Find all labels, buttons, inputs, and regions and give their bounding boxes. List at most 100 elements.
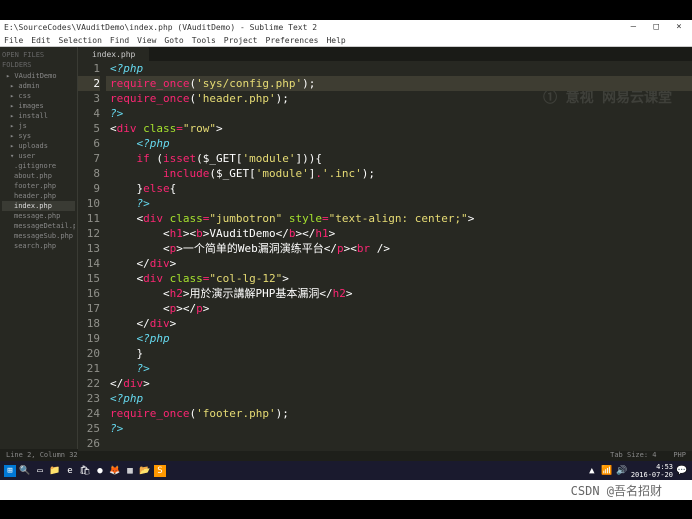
minimize-button[interactable]: — <box>624 22 642 32</box>
sidebar[interactable]: OPEN FILES FOLDERS ▸ VAuditDemo▸ admin▸ … <box>0 47 78 449</box>
code-line[interactable]: ?> <box>106 106 692 121</box>
chrome-icon[interactable]: ● <box>94 465 106 477</box>
edge-icon[interactable]: e <box>64 465 76 477</box>
sidebar-item[interactable]: ▸ uploads <box>2 141 75 151</box>
code-line[interactable]: <p></p> <box>106 301 692 316</box>
code-line[interactable]: <?php <box>106 391 692 406</box>
line-number: 3 <box>78 91 100 106</box>
line-number: 19 <box>78 331 100 346</box>
line-number: 17 <box>78 301 100 316</box>
folders-header: FOLDERS <box>2 61 75 69</box>
window-titlebar[interactable]: E:\SourceCodes\VAuditDemo\index.php (VAu… <box>0 20 692 34</box>
code-line[interactable]: <h2>用於演示講解PHP基本漏洞</h2> <box>106 286 692 301</box>
sidebar-item[interactable]: .gitignore <box>2 161 75 171</box>
maximize-button[interactable]: □ <box>647 22 665 32</box>
sidebar-item[interactable]: footer.php <box>2 181 75 191</box>
code-line[interactable]: <?php <box>106 61 692 76</box>
line-number: 26 <box>78 436 100 451</box>
code-line[interactable]: } <box>106 346 692 361</box>
line-number: 21 <box>78 361 100 376</box>
taskbar-clock[interactable]: 4:532016-07-20 <box>631 463 673 479</box>
status-language[interactable]: PHP <box>673 451 686 459</box>
status-tabsize[interactable]: Tab Size: 4 <box>610 451 656 459</box>
code-line[interactable]: <h1><b>VAuditDemo</b></h1> <box>106 226 692 241</box>
sidebar-item[interactable]: messageDetail.php <box>2 221 75 231</box>
task-view-icon[interactable]: ▭ <box>34 465 46 477</box>
network-icon[interactable]: 📶 <box>601 465 613 477</box>
line-number: 2 <box>78 76 100 91</box>
menu-selection[interactable]: Selection <box>59 36 102 45</box>
window-title: E:\SourceCodes\VAuditDemo\index.php (VAu… <box>4 23 317 32</box>
code-line[interactable]: <div class="jumbotron" style="text-align… <box>106 211 692 226</box>
app-icon[interactable]: ▦ <box>124 465 136 477</box>
menu-view[interactable]: View <box>137 36 156 45</box>
line-number: 13 <box>78 241 100 256</box>
sublime-icon[interactable]: S <box>154 465 166 477</box>
sidebar-item[interactable]: messageSub.php <box>2 231 75 241</box>
menu-tools[interactable]: Tools <box>192 36 216 45</box>
sidebar-item[interactable]: ▸ sys <box>2 131 75 141</box>
menu-preferences[interactable]: Preferences <box>266 36 319 45</box>
sidebar-item[interactable]: ▸ admin <box>2 81 75 91</box>
code-area[interactable]: ① 意视 网易云课堂 12345678910111213141516171819… <box>78 61 692 451</box>
code-line[interactable]: require_once('sys/config.php'); <box>106 76 692 91</box>
sidebar-item[interactable]: ▸ images <box>2 101 75 111</box>
volume-icon[interactable]: 🔊 <box>616 465 628 477</box>
code-line[interactable]: <p>一个简单的Web漏洞演练平台</p><br /> <box>106 241 692 256</box>
sidebar-item[interactable]: search.php <box>2 241 75 251</box>
start-button[interactable]: ⊞ <box>4 465 16 477</box>
sidebar-item[interactable]: ▸ install <box>2 111 75 121</box>
code-line[interactable]: <?php <box>106 331 692 346</box>
code-line[interactable]: <?php <box>106 136 692 151</box>
status-cursor: Line 2, Column 32 <box>6 451 78 459</box>
code-line[interactable]: require_once('footer.php'); <box>106 406 692 421</box>
code-line[interactable]: }else{ <box>106 181 692 196</box>
menu-find[interactable]: Find <box>110 36 129 45</box>
code-line[interactable]: <div class="col-lg-12"> <box>106 271 692 286</box>
code-line[interactable]: if (isset($_GET['module'])){ <box>106 151 692 166</box>
explorer-icon[interactable]: 📁 <box>49 465 61 477</box>
code-line[interactable]: </div> <box>106 376 692 391</box>
line-number: 1 <box>78 61 100 76</box>
sidebar-item[interactable]: about.php <box>2 171 75 181</box>
code-line[interactable]: ?> <box>106 421 692 436</box>
tab-bar[interactable]: index.php <box>78 47 692 61</box>
sidebar-item[interactable]: ▸ css <box>2 91 75 101</box>
menu-goto[interactable]: Goto <box>164 36 183 45</box>
close-button[interactable]: × <box>670 22 688 32</box>
search-icon[interactable]: 🔍 <box>19 465 31 477</box>
line-number: 12 <box>78 226 100 241</box>
sidebar-item[interactable]: ▸ VAuditDemo <box>2 71 75 81</box>
sidebar-item[interactable]: index.php <box>2 201 75 211</box>
line-number: 5 <box>78 121 100 136</box>
tab-index-php[interactable]: index.php <box>78 47 149 61</box>
status-right: Tab Size: 4 PHP <box>610 451 686 459</box>
firefox-icon[interactable]: 🦊 <box>109 465 121 477</box>
store-icon[interactable]: 🛍 <box>79 465 91 477</box>
code-line[interactable]: ?> <box>106 361 692 376</box>
code-lines[interactable]: <?phprequire_once('sys/config.php');requ… <box>106 61 692 451</box>
menu-file[interactable]: File <box>4 36 23 45</box>
sidebar-item[interactable]: ▾ user <box>2 151 75 161</box>
code-line[interactable]: include($_GET['module'].'.inc'); <box>106 166 692 181</box>
sidebar-item[interactable]: message.php <box>2 211 75 221</box>
folder-icon[interactable]: 📂 <box>139 465 151 477</box>
menu-project[interactable]: Project <box>224 36 258 45</box>
sidebar-item[interactable]: ▸ js <box>2 121 75 131</box>
code-line[interactable]: ?> <box>106 196 692 211</box>
code-line[interactable]: </div> <box>106 316 692 331</box>
menu-edit[interactable]: Edit <box>31 36 50 45</box>
code-line[interactable]: <div class="row"> <box>106 121 692 136</box>
windows-taskbar[interactable]: ⊞ 🔍 ▭ 📁 e 🛍 ● 🦊 ▦ 📂 S ▲ 📶 🔊 4:532016-07-… <box>0 461 692 480</box>
line-number: 24 <box>78 406 100 421</box>
line-number: 22 <box>78 376 100 391</box>
code-line[interactable]: require_once('header.php'); <box>106 91 692 106</box>
line-number: 16 <box>78 286 100 301</box>
sidebar-item[interactable]: header.php <box>2 191 75 201</box>
tray-icon[interactable]: ▲ <box>586 465 598 477</box>
line-number: 23 <box>78 391 100 406</box>
notification-icon[interactable]: 💬 <box>676 465 688 477</box>
line-gutter: 1234567891011121314151617181920212223242… <box>78 61 106 451</box>
menu-help[interactable]: Help <box>326 36 345 45</box>
code-line[interactable]: </div> <box>106 256 692 271</box>
